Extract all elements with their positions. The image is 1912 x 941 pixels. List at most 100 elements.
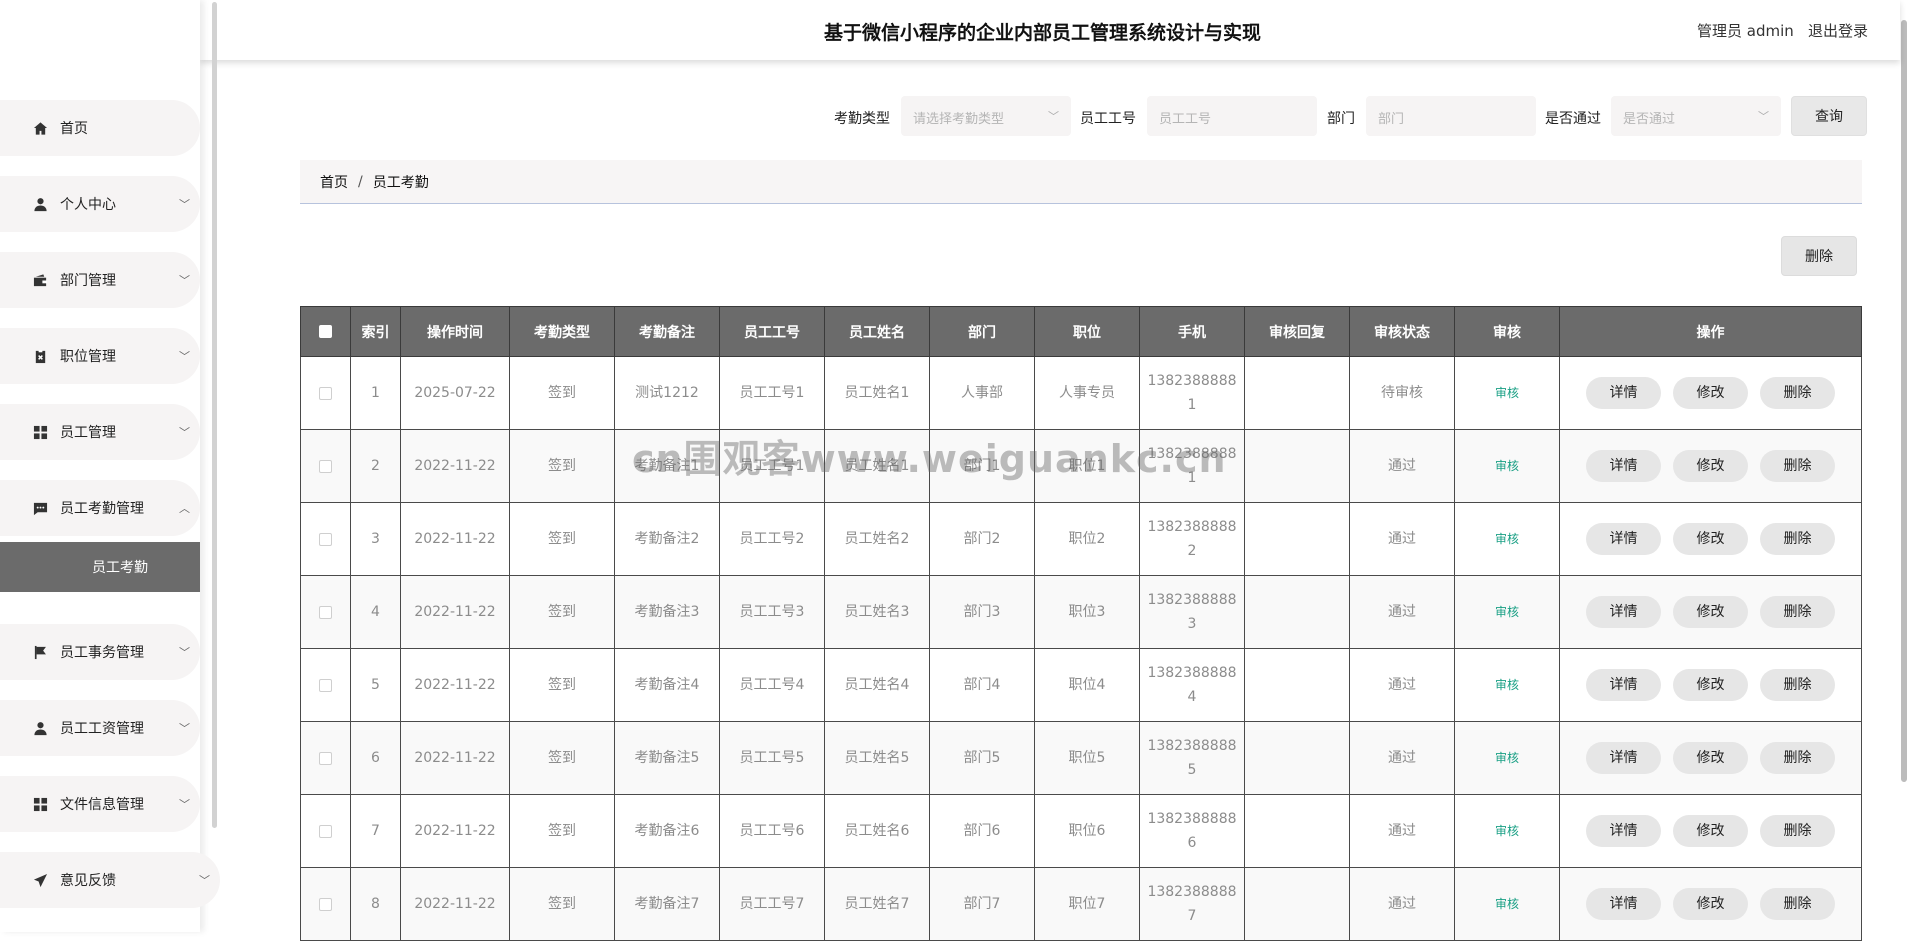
sidebar-item-2[interactable]: 部门管理 ﹀ — [0, 252, 200, 308]
cell-idx: 1 — [350, 356, 401, 430]
sidebar-item-4[interactable]: 员工管理 ﹀ — [0, 404, 200, 460]
delete-button[interactable]: 删除 — [1760, 596, 1835, 628]
delete-button[interactable]: 删除 — [1760, 815, 1835, 847]
flag-icon — [32, 644, 48, 660]
row-checkbox[interactable] — [319, 751, 332, 765]
edit-button[interactable]: 修改 — [1673, 523, 1748, 555]
row-checkbox[interactable] — [319, 824, 332, 838]
sidebar-item-7[interactable]: 员工工资管理 ﹀ — [0, 700, 200, 756]
department-input[interactable]: 部门 — [1366, 96, 1536, 136]
table-row: 5 2022-11-22 签到 考勤备注4 员工工号4 员工姓名4 部门4 职位4 138238… — [300, 648, 1862, 722]
cell-type: 签到 — [509, 648, 615, 722]
delete-button[interactable]: 删除 — [1760, 523, 1835, 555]
cell-type: 签到 — [509, 867, 615, 941]
row-checkbox[interactable] — [319, 897, 332, 911]
cell-type: 签到 — [509, 721, 615, 795]
detail-button[interactable]: 详情 — [1586, 815, 1661, 847]
sidebar-item-3[interactable]: 职位管理 ﹀ — [0, 328, 200, 384]
table-header-row: 索引 操作时间 考勤类型 考勤备注 员工工号 员工姓名 部门 职位 手机 审核回复 审核状态 审核 操作 — [300, 306, 1862, 357]
cell-status: 通过 — [1349, 575, 1455, 649]
chevron-icon: ︿ — [179, 502, 190, 515]
cell-emp_id: 员工工号2 — [719, 502, 825, 576]
audit-link[interactable]: 审核 — [1454, 356, 1560, 430]
edit-button[interactable]: 修改 — [1673, 377, 1748, 409]
cell-status: 通过 — [1349, 794, 1455, 868]
detail-button[interactable]: 详情 — [1586, 596, 1661, 628]
delete-button[interactable]: 删除 — [1760, 888, 1835, 920]
attendance-type-select[interactable]: 请选择考勤类型 ﹀ — [901, 96, 1071, 136]
breadcrumb-home[interactable]: 首页 — [320, 172, 348, 192]
cell-idx: 3 — [350, 502, 401, 576]
edit-button[interactable]: 修改 — [1673, 815, 1748, 847]
employee-id-label: 员工工号 — [1080, 111, 1136, 127]
row-checkbox[interactable] — [319, 459, 332, 473]
cell-time: 2022-11-22 — [400, 794, 510, 868]
cell-idx: 6 — [350, 721, 401, 795]
is-passed-select[interactable]: 是否通过 ﹀ — [1611, 96, 1781, 136]
sidebar-item-label: 职位管理 — [60, 349, 116, 365]
grid-icon — [32, 424, 48, 440]
attendance-table: 索引 操作时间 考勤类型 考勤备注 员工工号 员工姓名 部门 职位 手机 审核回复 审核状态 审核 操作… — [300, 306, 1862, 941]
sidebar-scrollbar[interactable] — [212, 2, 217, 828]
detail-button[interactable]: 详情 — [1586, 450, 1661, 482]
detail-button[interactable]: 详情 — [1586, 742, 1661, 774]
audit-link[interactable]: 审核 — [1454, 867, 1560, 941]
employee-id-input[interactable]: 员工工号 — [1147, 96, 1317, 136]
sidebar-item-8[interactable]: 文件信息管理 ﹀ — [0, 776, 200, 832]
sidebar: 首页个人中心 ﹀ 部门管理 ﹀ 职位管理 ﹀ 员工管理 ﹀ 员工考勤管理 ︿ 员工考勤员工事务管理 ﹀… — [0, 0, 220, 932]
department-label: 部门 — [1327, 111, 1355, 127]
cell-phone: 1382388888 6 — [1139, 794, 1245, 868]
admin-user-label: 管理员 admin — [1697, 22, 1794, 40]
audit-link[interactable]: 审核 — [1454, 794, 1560, 868]
wallet-icon — [32, 272, 48, 288]
sidebar-item-0[interactable]: 首页 — [0, 100, 200, 156]
is-passed-placeholder: 是否通过 — [1623, 112, 1676, 127]
column-header: 部门 — [929, 306, 1035, 357]
sidebar-item-label: 员工管理 — [60, 425, 116, 441]
cell-idx: 2 — [350, 429, 401, 503]
attendance-type-placeholder: 请选择考勤类型 — [913, 112, 1005, 127]
sidebar-item-5[interactable]: 员工考勤管理 ︿ — [0, 480, 200, 536]
edit-button[interactable]: 修改 — [1673, 669, 1748, 701]
sidebar-item-label: 首页 — [60, 121, 88, 137]
cell-name: 员工姓名3 — [824, 575, 930, 649]
cell-status: 待审核 — [1349, 356, 1455, 430]
cell-dept: 部门3 — [929, 575, 1035, 649]
chevron-down-icon: ﹀ — [1758, 110, 1769, 123]
select-all-checkbox[interactable] — [319, 325, 332, 338]
logout-link[interactable]: 退出登录 — [1808, 20, 1868, 41]
sidebar-item-9[interactable]: 意见反馈 ﹀ — [0, 852, 220, 908]
audit-link[interactable]: 审核 — [1454, 429, 1560, 503]
edit-button[interactable]: 修改 — [1673, 742, 1748, 774]
delete-button[interactable]: 删除 — [1760, 450, 1835, 482]
audit-link[interactable]: 审核 — [1454, 502, 1560, 576]
audit-link[interactable]: 审核 — [1454, 575, 1560, 649]
table-row: 1 2025-07-22 签到 测试1212 员工工号1 员工姓名1 人事部 人事专员 1382… — [300, 356, 1862, 430]
detail-button[interactable]: 详情 — [1586, 377, 1661, 409]
delete-button[interactable]: 删除 — [1760, 377, 1835, 409]
audit-link[interactable]: 审核 — [1454, 721, 1560, 795]
edit-button[interactable]: 修改 — [1673, 888, 1748, 920]
detail-button[interactable]: 详情 — [1586, 523, 1661, 555]
detail-button[interactable]: 详情 — [1586, 888, 1661, 920]
audit-link[interactable]: 审核 — [1454, 648, 1560, 722]
row-checkbox[interactable] — [319, 386, 332, 400]
row-checkbox[interactable] — [319, 678, 332, 692]
cell-time: 2022-11-22 — [400, 429, 510, 503]
edit-button[interactable]: 修改 — [1673, 596, 1748, 628]
edit-button[interactable]: 修改 — [1673, 450, 1748, 482]
delete-button[interactable]: 删除 — [1760, 669, 1835, 701]
send-icon — [32, 872, 48, 888]
column-header: 考勤备注 — [614, 306, 720, 357]
sidebar-subitem-attendance[interactable]: 员工考勤 — [0, 542, 200, 592]
row-checkbox[interactable] — [319, 532, 332, 546]
detail-button[interactable]: 详情 — [1586, 669, 1661, 701]
sidebar-menu: 首页个人中心 ﹀ 部门管理 ﹀ 职位管理 ﹀ 员工管理 ﹀ 员工考勤管理 ︿ 员工考勤员工事务管理 ﹀… — [0, 100, 220, 928]
sidebar-item-6[interactable]: 员工事务管理 ﹀ — [0, 624, 200, 680]
delete-button[interactable]: 删除 — [1760, 742, 1835, 774]
sidebar-item-1[interactable]: 个人中心 ﹀ — [0, 176, 200, 232]
cell-reply — [1244, 356, 1350, 430]
batch-delete-button[interactable]: 删除 — [1781, 236, 1857, 276]
query-button[interactable]: 查询 — [1791, 96, 1867, 136]
row-checkbox[interactable] — [319, 605, 332, 619]
